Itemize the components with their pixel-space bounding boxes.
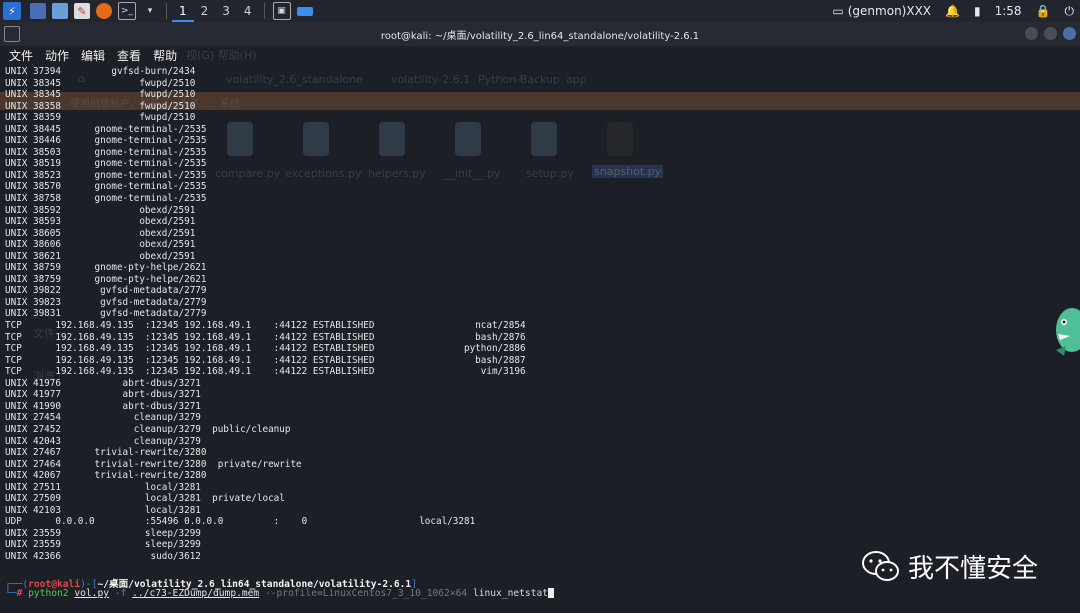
terminal-line: UNIX 41977 abrt-dbus/3271 (5, 389, 201, 401)
terminal-line: TCP 192.168.49.135 :12345 192.168.49.1 :… (5, 354, 526, 366)
menu-help[interactable]: 帮助 (153, 47, 177, 64)
prompt-line-2[interactable]: └─# python2 vol.py -f ../c73-EZDump/dump… (5, 588, 555, 599)
terminal-line: UNIX 42067 trivial-rewrite/3280 (5, 470, 207, 482)
terminal-line: TCP 192.168.49.135 :12345 192.168.49.1 :… (5, 366, 526, 378)
panel-separator (166, 3, 167, 19)
window-titlebar[interactable]: root@kali: ~/桌面/volatility_2.6_lin64_sta… (0, 22, 1080, 46)
power-icon[interactable]: ⏻ (1065, 4, 1075, 19)
terminal-line: UDP 0.0.0.0 :55496 0.0.0.0 : 0 local/328… (5, 516, 476, 528)
genmon-icon: ▭ (832, 4, 844, 18)
file-manager-icon[interactable] (52, 3, 68, 19)
firefox-icon[interactable] (96, 3, 112, 19)
menu-view[interactable]: 查看 (117, 47, 141, 64)
terminal-line: UNIX 38359 fwupd/2510 (5, 112, 196, 124)
terminal-line: UNIX 23559 sleep/3299 (5, 527, 201, 539)
terminal-line: UNIX 38445 gnome-terminal-/2535 (5, 123, 207, 135)
notification-bell-icon[interactable]: 🔔 (945, 4, 960, 18)
menu-file[interactable]: 文件 (9, 47, 33, 64)
watermark-text: 我不懂安全 (908, 554, 1039, 584)
genmon-label[interactable]: (genmon)XXX (848, 4, 931, 18)
terminal-line: UNIX 27467 trivial-rewrite/3280 (5, 447, 207, 459)
minimize-button[interactable] (1025, 27, 1038, 40)
command-name: python2 (28, 588, 69, 599)
kali-menu-icon[interactable]: ⚡ (3, 2, 21, 20)
terminal-line: TCP 192.168.49.135 :12345 192.168.49.1 :… (5, 343, 526, 355)
terminal-line: UNIX 27452 cleanup/3279 public/cleanup (5, 423, 291, 435)
battery-icon[interactable]: ▮ (974, 4, 981, 18)
window-controls (1025, 27, 1076, 40)
terminal-line: UNIX 42043 cleanup/3279 (5, 435, 201, 447)
menu-action[interactable]: 动作 (45, 47, 69, 64)
terminal-line: UNIX 38606 obexd/2591 (5, 239, 196, 251)
terminal-line: UNIX 39823 gvfsd-metadata/2779 (5, 296, 207, 308)
close-button[interactable] (1063, 27, 1076, 40)
window-title: root@kali: ~/桌面/volatility_2.6_lin64_sta… (380, 30, 700, 42)
terminal-line: UNIX 42103 local/3281 (5, 504, 201, 516)
ghost-menu-frag: 视(G) 帮助(H) (186, 49, 257, 62)
terminal-output[interactable]: UNIX 37394 gvfsd-burn/2434 UNIX 38345 fwu… (5, 66, 1005, 563)
terminal-line: UNIX 27454 cleanup/3279 (5, 412, 201, 424)
terminal-line: UNIX 38358 fwupd/2510 (5, 100, 196, 112)
terminal-line: UNIX 38519 gnome-terminal-/2535 (5, 158, 207, 170)
terminal-line: UNIX 39822 gvfsd-metadata/2779 (5, 285, 207, 297)
workspace-4[interactable]: 4 (237, 0, 259, 22)
terminal-line: UNIX 27509 local/3281 private/local (5, 493, 285, 505)
terminal-line: UNIX 38593 obexd/2591 (5, 216, 196, 228)
terminal-line: TCP 192.168.49.135 :12345 192.168.49.1 :… (5, 331, 526, 343)
terminal-line: UNIX 38592 obexd/2591 (5, 204, 196, 216)
dinosaur-mascot-icon (1056, 308, 1080, 356)
wechat-icon (862, 550, 899, 581)
terminal-line: UNIX 42366 sudo/3612 (5, 550, 201, 562)
command-flag: -f (114, 588, 127, 599)
workspace-1[interactable]: 1 (172, 0, 194, 22)
maximize-button[interactable] (1044, 27, 1057, 40)
terminal-line: UNIX 27511 local/3281 (5, 481, 201, 493)
terminal-line: UNIX 27464 trivial-rewrite/3280 private/… (5, 458, 302, 470)
terminal-line: UNIX 38446 gnome-terminal-/2535 (5, 135, 207, 147)
window-menu-icon[interactable] (4, 26, 20, 42)
terminal-line: UNIX 38758 gnome-terminal-/2535 (5, 193, 207, 205)
lock-icon[interactable]: 🔒 (1036, 4, 1051, 18)
show-desktop-icon[interactable] (30, 3, 46, 19)
terminal-icon[interactable]: >_ (118, 2, 136, 20)
terminal-line: UNIX 38345 fwupd/2510 (5, 89, 196, 101)
terminal-line: UNIX 38605 obexd/2591 (5, 227, 196, 239)
task-terminal-icon[interactable]: ▣ (272, 2, 291, 20)
terminal-line: UNIX 38759 gnome-pty-helpe/2621 (5, 273, 207, 285)
watermark: 我不懂安全 (862, 548, 1038, 585)
terminal-line: UNIX 38523 gnome-terminal-/2535 (5, 169, 207, 181)
workspace-2[interactable]: 2 (194, 0, 216, 22)
terminal-line: UNIX 39831 gvfsd-metadata/2779 (5, 308, 207, 320)
terminal-line: UNIX 38759 gnome-pty-helpe/2621 (5, 262, 207, 274)
text-editor-icon[interactable]: ✎ (74, 3, 90, 19)
terminal-line: UNIX 41976 abrt-dbus/3271 (5, 377, 201, 389)
system-tray: ▭ (genmon)XXX 🔔 ▮ 1:58 🔒 ⏻ (832, 0, 1074, 22)
text-cursor (548, 588, 555, 598)
terminal-line: UNIX 23559 sleep/3299 (5, 539, 201, 551)
terminal-line: UNIX 38503 gnome-terminal-/2535 (5, 146, 207, 158)
top-panel: ⚡ ✎ >_ ▾ 1 2 3 4 ▣ ▭ (genmon)XXX 🔔 ▮ 1:5… (0, 0, 1080, 22)
terminal-line: TCP 192.168.49.135 :12345 192.168.49.1 :… (5, 320, 526, 332)
panel-separator (263, 3, 265, 19)
terminal-line: UNIX 38621 obexd/2591 (5, 250, 196, 262)
command-profile: --profile=LinuxCentos7_3_10_1062×64 (264, 588, 468, 599)
command-plugin: linux_netstat (472, 588, 549, 599)
terminal-line: UNIX 37394 gvfsd-burn/2434 (5, 66, 196, 77)
terminal-line: UNIX 38345 fwupd/2510 (5, 77, 196, 89)
clock[interactable]: 1:58 (995, 4, 1022, 18)
terminal-line: UNIX 38570 gnome-terminal-/2535 (5, 181, 207, 193)
chevron-down-icon[interactable]: ▾ (142, 3, 158, 19)
task-window-icon[interactable] (296, 6, 313, 16)
menu-edit[interactable]: 编辑 (81, 47, 105, 64)
command-file: ../c73-EZDump/dump.mem (132, 588, 260, 599)
terminal-line: UNIX 41990 abrt-dbus/3271 (5, 400, 201, 412)
command-script: vol.py (74, 588, 109, 599)
workspace-3[interactable]: 3 (215, 0, 237, 22)
menu-bar: 文件 动作 编辑 查看 帮助 视(G) 帮助(H) (0, 46, 1080, 64)
